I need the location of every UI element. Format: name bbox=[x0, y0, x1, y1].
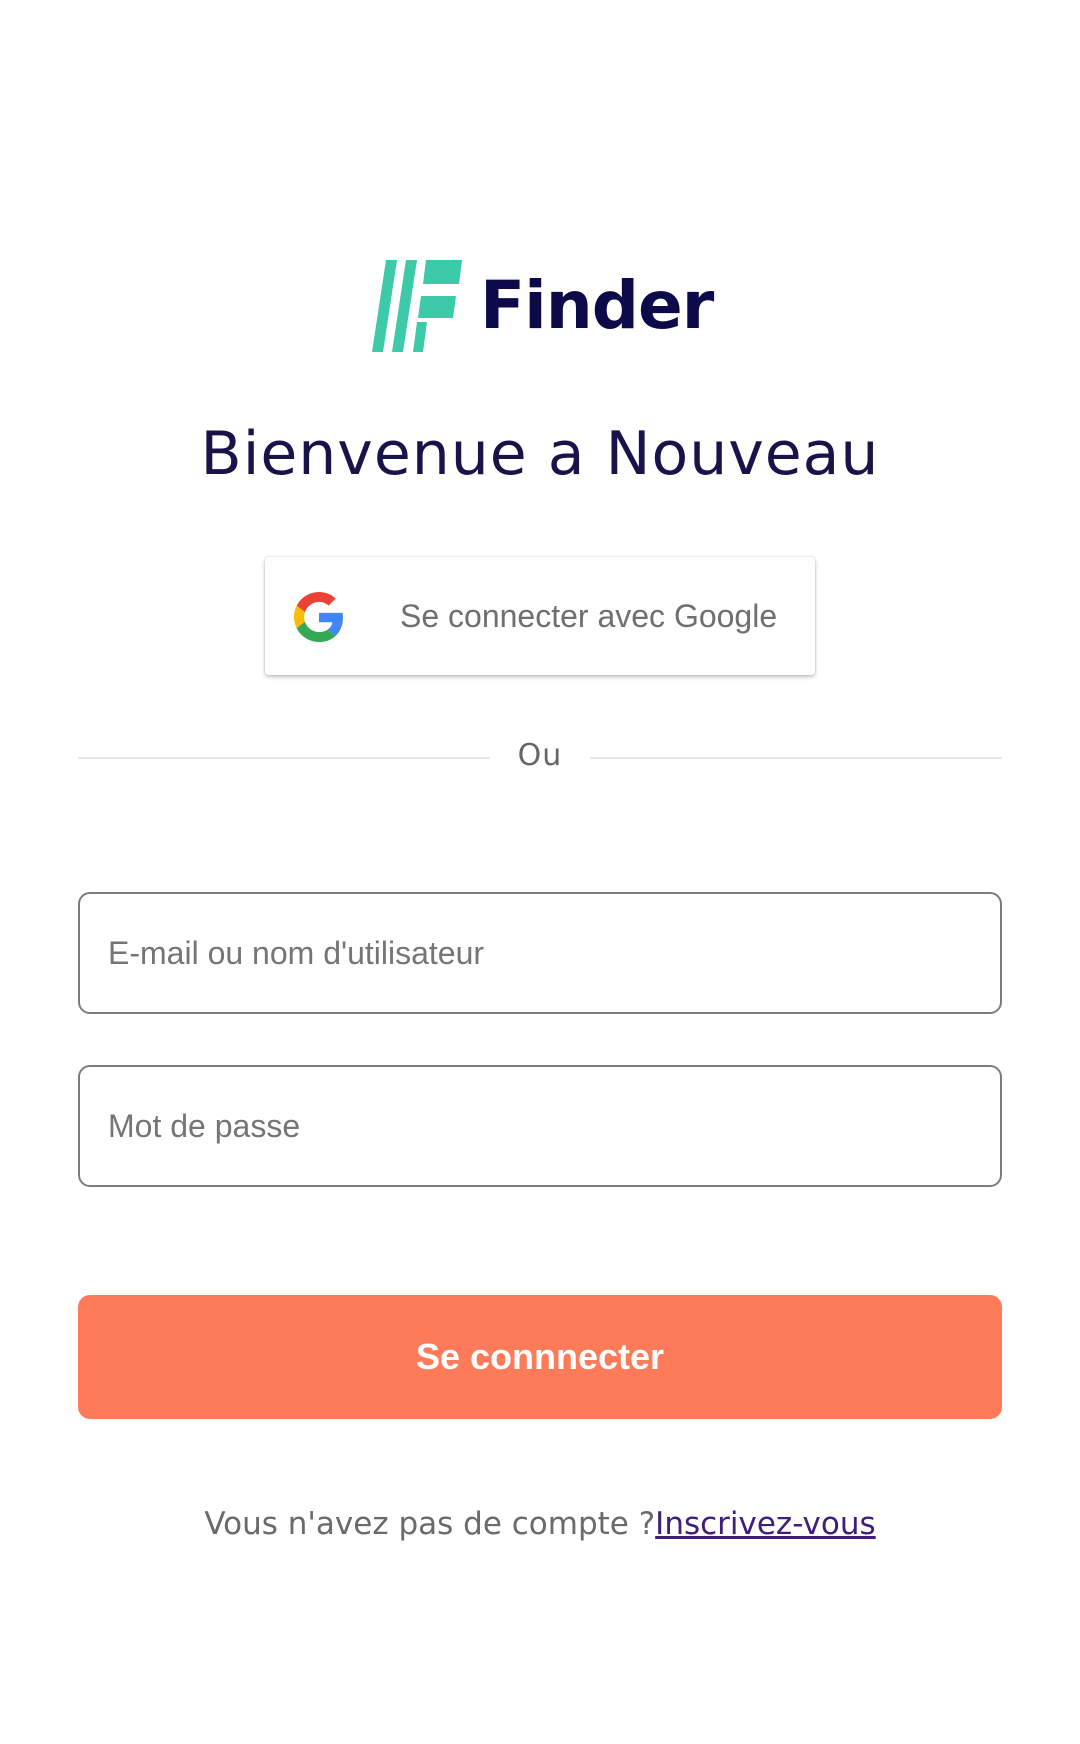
divider-line-left bbox=[78, 757, 490, 759]
divider-line-right bbox=[590, 757, 1002, 759]
login-button[interactable]: Se connnecter bbox=[78, 1295, 1002, 1419]
page-title: Bienvenue a Nouveau bbox=[200, 419, 880, 489]
email-input[interactable] bbox=[80, 894, 1000, 1012]
signup-prompt: Vous n'avez pas de compte ?Inscrivez-vou… bbox=[0, 1506, 1080, 1542]
google-signin-label: Se connecter avec Google bbox=[400, 598, 778, 634]
finder-logo-icon bbox=[372, 260, 462, 352]
google-signin-button[interactable]: Se connecter avec Google bbox=[265, 557, 815, 675]
google-g-icon bbox=[294, 592, 343, 642]
brand-logo: Finder bbox=[372, 258, 714, 354]
divider-label: Ou bbox=[517, 738, 563, 773]
password-field-container bbox=[78, 1065, 1002, 1187]
signup-prompt-text: Vous n'avez pas de compte ? bbox=[204, 1506, 656, 1542]
signup-link[interactable]: Inscrivez-vous bbox=[655, 1506, 876, 1542]
password-input[interactable] bbox=[80, 1067, 1000, 1185]
login-screen: Finder Bienvenue a Nouveau Se connecter … bbox=[0, 0, 1080, 1744]
email-field-container bbox=[78, 892, 1002, 1014]
brand-name: Finder bbox=[480, 267, 714, 344]
